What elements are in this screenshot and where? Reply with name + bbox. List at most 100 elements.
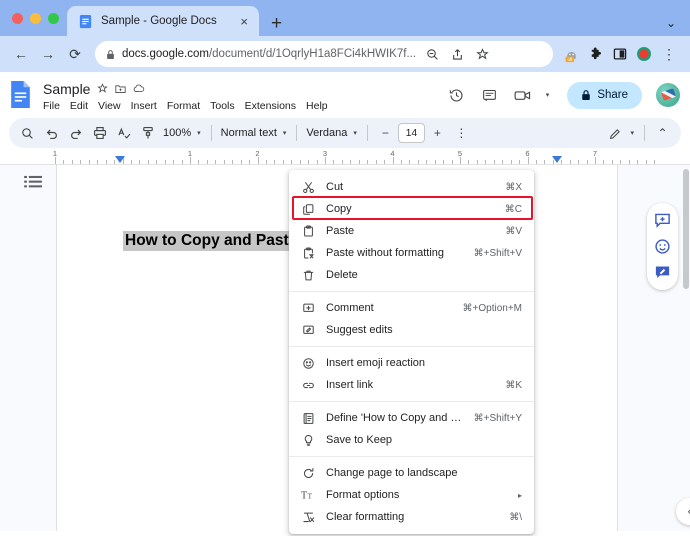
bookmark-star-icon[interactable] <box>473 45 491 63</box>
menu-item-comment[interactable]: Comment ⌘+Option+M <box>289 297 534 319</box>
format-options-icon: TT <box>301 488 316 503</box>
menu-view[interactable]: View <box>98 100 121 112</box>
redo-icon[interactable] <box>64 122 87 145</box>
reload-button[interactable]: ⟳ <box>63 42 87 66</box>
font-size-input[interactable]: 14 <box>397 123 425 143</box>
toolbar-more-icon[interactable]: ⋮ <box>450 122 473 145</box>
ruler-tick <box>316 160 318 164</box>
menu-item-label: Format options <box>326 489 400 501</box>
menu-item-copy[interactable]: Copy ⌘C <box>289 198 534 220</box>
ruler-tick <box>502 160 504 164</box>
spellcheck-icon[interactable] <box>112 122 135 145</box>
ruler-tick <box>426 160 428 164</box>
print-icon[interactable] <box>88 122 111 145</box>
font-caret-icon[interactable]: ▾ <box>351 129 361 137</box>
meet-camera-icon[interactable] <box>511 83 535 107</box>
avatar[interactable] <box>656 83 680 107</box>
menu-help[interactable]: Help <box>306 100 328 112</box>
menu-item-paste-without-formatting[interactable]: Paste without formatting ⌘+Shift+V <box>289 242 534 264</box>
ruler-number: 7 <box>592 149 598 158</box>
chevron-down-icon[interactable]: ⌄ <box>666 16 676 30</box>
menu-tools[interactable]: Tools <box>210 100 235 112</box>
version-history-icon[interactable] <box>445 83 469 107</box>
menu-format[interactable]: Format <box>167 100 200 112</box>
menu-file[interactable]: File <box>43 100 60 112</box>
menu-item-define-how-to-copy-and-pas[interactable]: Define 'How to Copy and Pas…' ⌘+Shift+Y <box>289 407 534 429</box>
emoji-reaction-icon[interactable] <box>652 236 673 257</box>
right-indent-marker[interactable] <box>552 156 562 163</box>
menu-item-clear-formatting[interactable]: Clear formatting ⌘\ <box>289 506 534 528</box>
menu-item-insert-emoji-reaction[interactable]: Insert emoji reaction <box>289 352 534 374</box>
ruler-tick <box>468 160 470 164</box>
maximize-window-button[interactable] <box>48 12 59 24</box>
emoji-reaction-icon <box>301 356 316 371</box>
back-button[interactable]: ← <box>9 42 33 66</box>
page-title[interactable]: Sample <box>43 81 90 97</box>
style-caret-icon[interactable]: ▾ <box>281 129 291 137</box>
pencil-edit-mode-icon[interactable] <box>604 122 627 145</box>
share-button[interactable]: Share <box>567 81 642 109</box>
puzzle-extensions-icon[interactable] <box>585 43 606 65</box>
forward-button[interactable]: → <box>36 42 60 66</box>
menu-item-delete[interactable]: Delete <box>289 264 534 286</box>
suggest-edit-icon[interactable] <box>652 262 673 283</box>
menu-bottom-padding <box>289 528 534 534</box>
vertical-scrollbar[interactable] <box>683 169 689 289</box>
star-icon[interactable] <box>97 83 109 94</box>
new-tab-button[interactable]: + <box>271 14 282 33</box>
meet-dropdown-caret[interactable]: ▾ <box>544 91 554 99</box>
browser-tab[interactable]: Sample - Google Docs × <box>67 6 259 36</box>
font-family-selector[interactable]: Verdana <box>303 127 350 139</box>
ruler-tick <box>645 160 647 164</box>
collapse-panel-button[interactable]: ‹ <box>676 498 690 525</box>
menu-item-label: Save to Keep <box>326 434 393 446</box>
menu-item-shortcut: ⌘\ <box>509 511 522 523</box>
left-indent-marker[interactable] <box>115 156 125 163</box>
edit-mode-caret-icon[interactable]: ▾ <box>628 129 638 137</box>
menu-insert[interactable]: Insert <box>131 100 157 112</box>
share-icon[interactable] <box>448 45 466 63</box>
comment-history-icon[interactable] <box>478 83 502 107</box>
document-outline-icon[interactable] <box>24 175 42 189</box>
zoom-level[interactable]: 100% <box>160 127 194 139</box>
docs-toolbar: 100% ▾ Normal text ▾ Verdana ▾ − 14 + ⋮ … <box>9 118 681 148</box>
zoom-caret-icon[interactable]: ▾ <box>195 129 205 137</box>
add-comment-icon[interactable] <box>652 210 673 231</box>
menu-edit[interactable]: Edit <box>70 100 88 112</box>
menu-extensions[interactable]: Extensions <box>245 100 296 112</box>
ruler-tick <box>173 160 175 164</box>
address-bar[interactable]: docs.google.com/document/d/1OqrlyH1a8FCi… <box>95 41 553 67</box>
undo-icon[interactable] <box>40 122 63 145</box>
menu-item-cut[interactable]: Cut ⌘X <box>289 176 534 198</box>
close-icon[interactable]: × <box>237 15 251 28</box>
minimize-window-button[interactable] <box>30 12 41 24</box>
decrease-font-size-button[interactable]: − <box>374 122 397 145</box>
menu-item-paste[interactable]: Paste ⌘V <box>289 220 534 242</box>
paint-format-icon[interactable] <box>136 122 159 145</box>
cloud-saved-icon[interactable] <box>133 84 145 93</box>
menu-item-insert-link[interactable]: Insert link ⌘K <box>289 374 534 396</box>
google-docs-logo[interactable] <box>9 80 34 111</box>
zoom-out-icon[interactable] <box>423 45 441 63</box>
comment-icon <box>301 301 316 316</box>
ruler[interactable]: 1 1 2 3 4 5 6 7 <box>0 148 690 165</box>
move-to-folder-icon[interactable] <box>115 84 127 94</box>
paragraph-style[interactable]: Normal text <box>218 127 280 139</box>
ruler-tick <box>628 160 630 164</box>
close-window-button[interactable] <box>12 12 23 24</box>
tab-strip: Sample - Google Docs × + ⌄ <box>0 0 690 36</box>
menu-item-label: Insert link <box>326 379 374 391</box>
collapse-toolbar-icon[interactable]: ⌃ <box>651 122 674 145</box>
google-docs-icon <box>78 14 93 29</box>
extension-off-icon[interactable]: off <box>561 43 582 65</box>
screen-recorder-icon[interactable] <box>633 43 654 65</box>
increase-font-size-button[interactable]: + <box>426 122 449 145</box>
ruler-tick <box>71 160 73 164</box>
browser-menu-icon[interactable]: ⋮ <box>657 42 681 66</box>
menu-item-suggest-edits[interactable]: Suggest edits <box>289 319 534 341</box>
side-panel-icon[interactable] <box>609 43 630 65</box>
search-icon[interactable] <box>16 122 39 145</box>
menu-item-change-page-to-landscape[interactable]: Change page to landscape <box>289 462 534 484</box>
menu-item-save-to-keep[interactable]: Save to Keep <box>289 429 534 451</box>
menu-item-format-options[interactable]: T T Format options ▸ <box>289 484 534 506</box>
